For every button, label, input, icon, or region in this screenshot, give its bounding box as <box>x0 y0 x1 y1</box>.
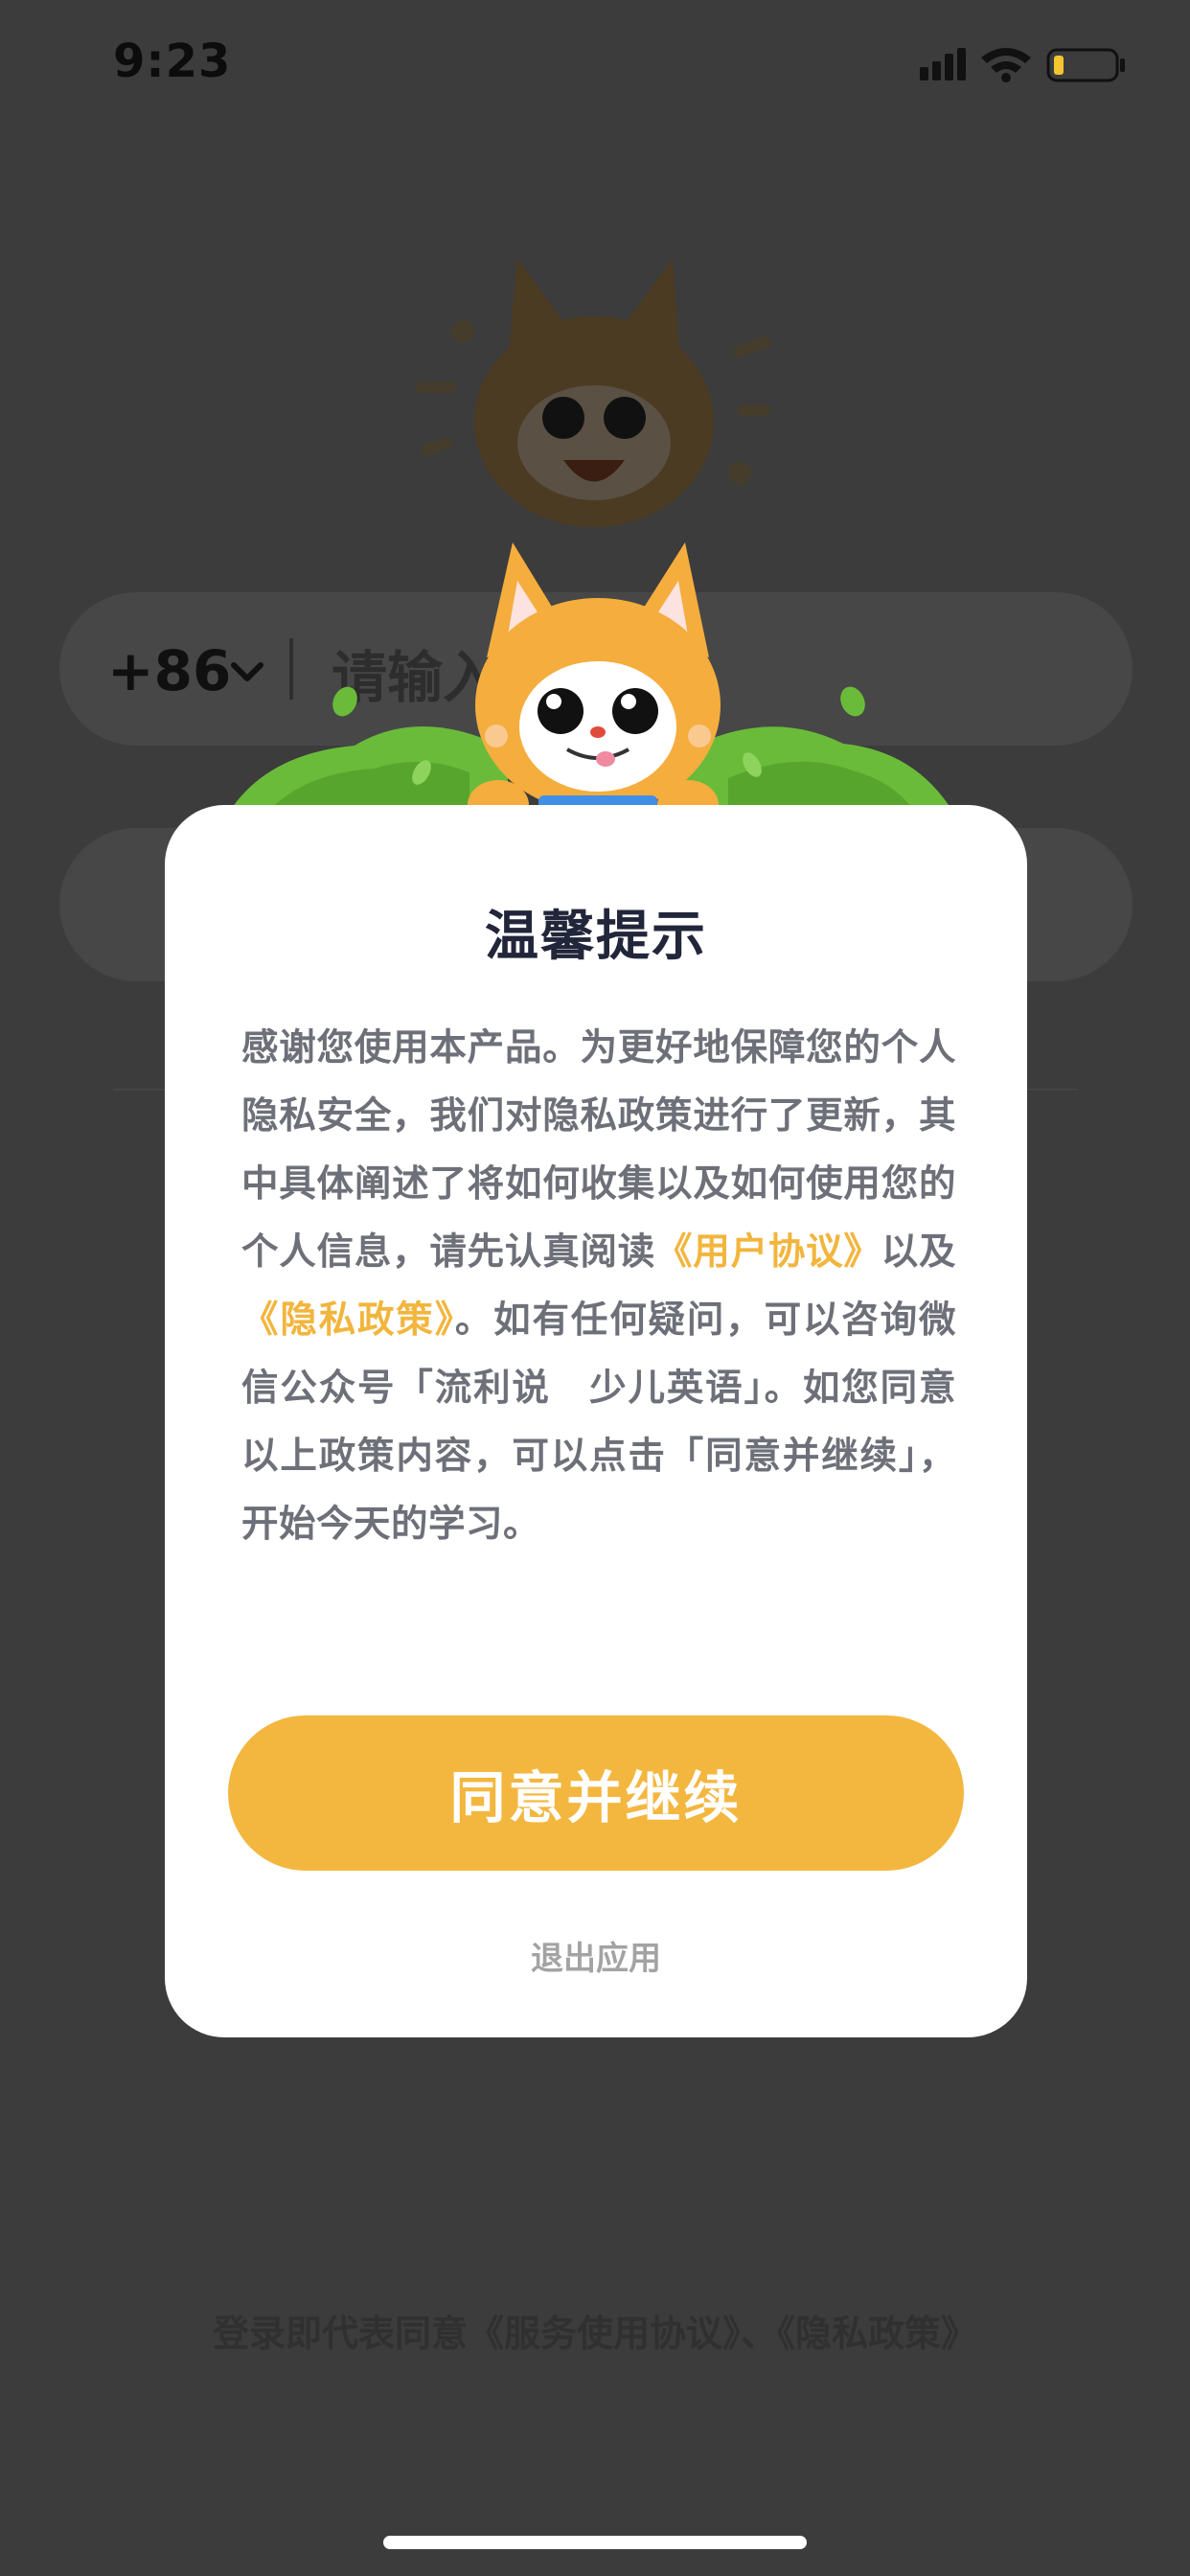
status-time: 9:23 <box>113 34 232 88</box>
country-code-selector[interactable]: +86 <box>107 638 231 703</box>
exit-app-button[interactable]: 退出应用 <box>165 1932 1027 1979</box>
fox-mascot-icon <box>468 542 721 830</box>
signal-icon <box>920 48 966 80</box>
modal-mascot-illustration <box>230 542 958 840</box>
body-text: 以及 <box>881 1230 956 1274</box>
dialog-body: 感谢您使用本产品。为更好地保障您的个人隐私安全，我们对隐私政策进行了更新，其中具… <box>241 1014 956 1558</box>
agree-continue-button[interactable]: 同意并继续 <box>228 1715 964 1871</box>
status-icons <box>920 48 1125 82</box>
battery-icon <box>1046 48 1125 82</box>
wifi-icon <box>981 48 1031 82</box>
agreement-text[interactable]: 登录即代表同意《服务使用协议》、《隐私政策》 <box>0 2304 1190 2357</box>
user-agreement-link[interactable]: 《用户协议》 <box>655 1230 881 1274</box>
privacy-policy-link[interactable]: 《隐私政策》 <box>241 1299 455 1342</box>
privacy-dialog: 温馨提示 感谢您使用本产品。为更好地保障您的个人隐私安全，我们对隐私政策进行了更… <box>165 805 1027 2037</box>
dialog-title: 温馨提示 <box>485 906 707 968</box>
background-mascot-logo <box>416 259 772 527</box>
home-indicator[interactable] <box>383 2536 807 2549</box>
